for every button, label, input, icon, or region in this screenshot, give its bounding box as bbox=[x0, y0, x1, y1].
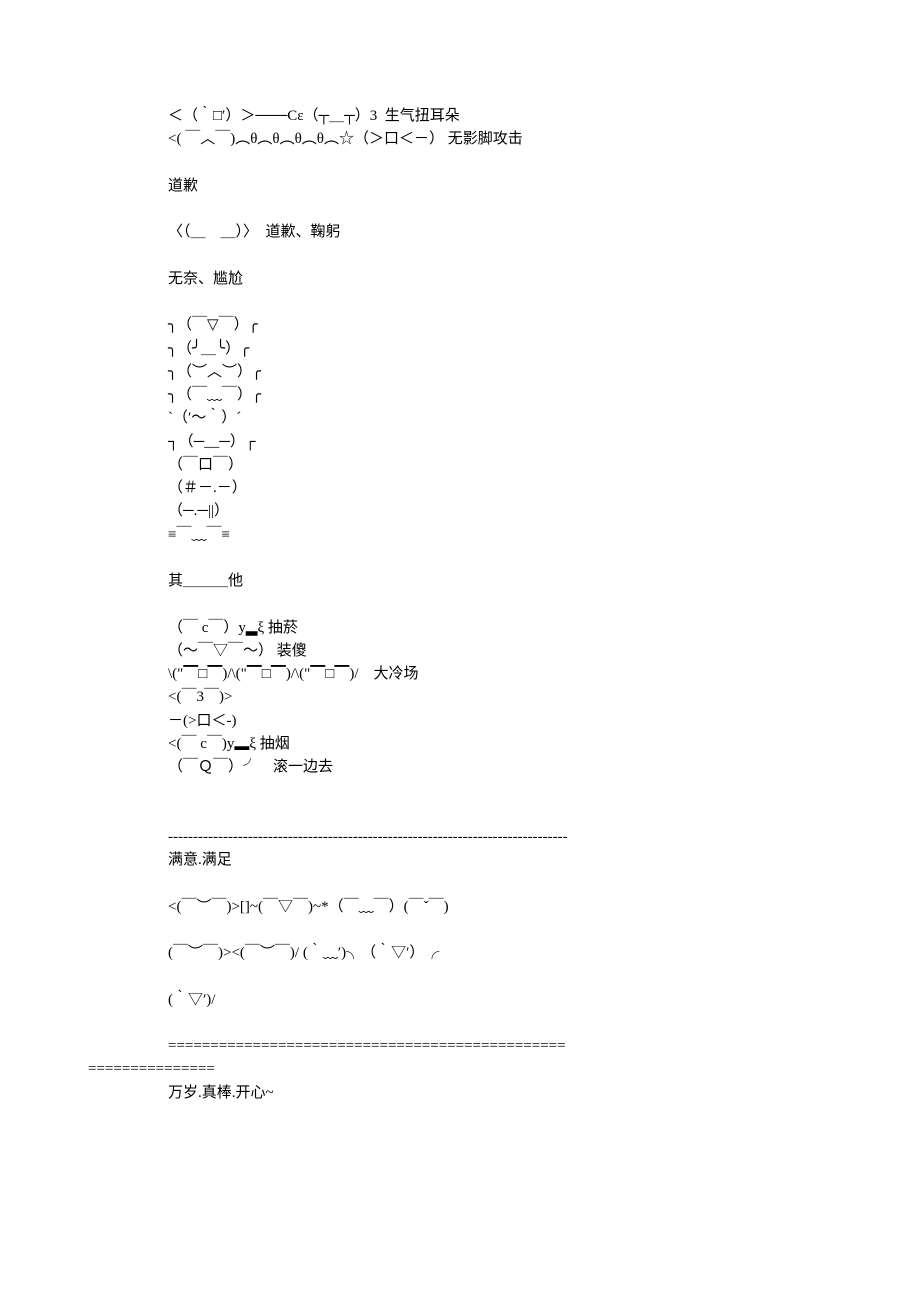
text-line: ╮（︶︿︶）╭ bbox=[168, 361, 840, 384]
text-line: 〈（＿ ＿）〉 道歉、鞠躬 bbox=[168, 221, 840, 244]
text-line: <(￣3￣)> bbox=[168, 686, 840, 709]
text-line: －(>口＜-) bbox=[168, 710, 840, 733]
text-line: 无奈、尴尬 bbox=[168, 268, 840, 291]
text-line: （～￣▽￣～） 装傻 bbox=[168, 640, 840, 663]
text-line bbox=[168, 593, 840, 616]
text-line-outdent: =============== bbox=[88, 1058, 840, 1081]
text-line: <( ￣︿￣)︵θ︵θ︵θ︵θ︵☆（＞口＜－） 无影脚攻击 bbox=[168, 128, 840, 151]
text-line: （￣口￣） bbox=[168, 454, 840, 477]
text-line bbox=[168, 779, 840, 802]
text-line: <(￣ c￣)y▂ξ 抽烟 bbox=[168, 733, 840, 756]
text-line bbox=[168, 245, 840, 268]
text-line: 其＿＿＿他 bbox=[168, 570, 840, 593]
text-line: ┐（─__─）┌ bbox=[168, 431, 840, 454]
text-line bbox=[168, 152, 840, 175]
text-line: ＜（｀□′）＞───Cε（┬＿┬）3 生气扭耳朵 bbox=[168, 105, 840, 128]
text-line: 满意.满足 bbox=[168, 849, 840, 872]
text-line bbox=[168, 547, 840, 570]
document-content: ＜（｀□′）＞───Cε（┬＿┬）3 生气扭耳朵<( ￣︿￣)︵θ︵θ︵θ︵θ︵… bbox=[168, 105, 840, 1105]
text-line bbox=[168, 965, 840, 988]
text-line: ========================================… bbox=[168, 1035, 840, 1058]
text-line: (￣︶￣)><(￣︶￣)/ (｀﹏′)╮（｀▽′）╭ bbox=[168, 942, 840, 965]
text-line: （￣ c￣）y▂ξ 抽菸 bbox=[168, 617, 840, 640]
text-line: <(￣︶￣)>[]~(￣▽￣)~*（￣﹏￣）(￣ˇ￣) bbox=[168, 896, 840, 919]
text-line bbox=[168, 919, 840, 942]
text-line: 道歉 bbox=[168, 175, 840, 198]
text-line: (｀▽′)/ bbox=[168, 989, 840, 1012]
text-line: ----------------------------------------… bbox=[168, 826, 840, 849]
text-line: \("▔□▔)/\("▔□▔)/\("▔□▔)/ 大冷场 bbox=[168, 663, 840, 686]
text-line: （─.─||） bbox=[168, 500, 840, 523]
text-line: ╮（￣▽￣）╭ bbox=[168, 314, 840, 337]
text-line bbox=[168, 872, 840, 895]
text-line: ≡￣﹏￣≡ bbox=[168, 524, 840, 547]
text-line: ˋ（′～｀）ˊ bbox=[168, 407, 840, 430]
text-line bbox=[168, 198, 840, 221]
text-line: 万岁.真棒.开心~ bbox=[168, 1082, 840, 1105]
text-line: （＃－.－） bbox=[168, 477, 840, 500]
text-line bbox=[168, 1012, 840, 1035]
text-line: ╮（￣﹏￣）╭ bbox=[168, 384, 840, 407]
document-page: ＜（｀□′）＞───Cε（┬＿┬）3 生气扭耳朵<( ￣︿￣)︵θ︵θ︵θ︵θ︵… bbox=[0, 0, 920, 1165]
text-line bbox=[168, 803, 840, 826]
text-line: ╮（╯＿╰）╭ bbox=[168, 338, 840, 361]
text-line bbox=[168, 291, 840, 314]
text-line: （￣Ｑ￣）╯ 滚一边去 bbox=[168, 756, 840, 779]
